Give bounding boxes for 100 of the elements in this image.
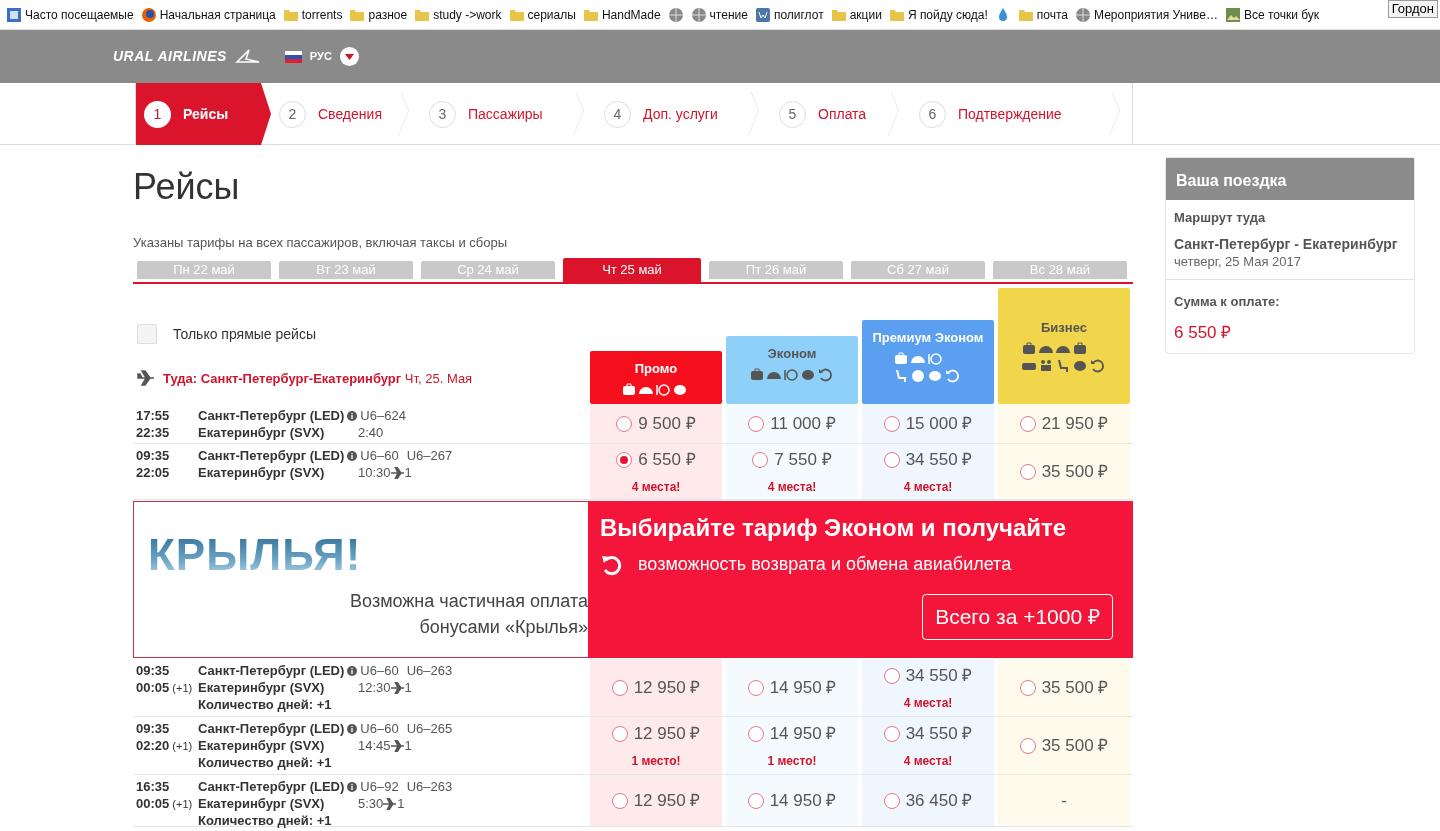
route-label: Маршрут туда: [1174, 209, 1267, 227]
radio-button[interactable]: [611, 679, 628, 696]
fare-price: 35 500 ₽: [1041, 676, 1109, 699]
fare-name: Эконом: [767, 345, 817, 363]
arrival-time: 00:05 (+1): [136, 795, 194, 813]
radio-button[interactable]: [747, 726, 764, 742]
radio-button[interactable]: [883, 792, 900, 809]
fare-price: 36 450 ₽: [905, 789, 973, 812]
radio-button[interactable]: [1019, 415, 1036, 432]
departure-time: 09:35: [136, 447, 171, 464]
radio-button[interactable]: [883, 415, 900, 432]
fare-name: Промо: [634, 360, 678, 378]
radio-button[interactable]: [1019, 463, 1036, 480]
bookmark[interactable]: акции: [830, 0, 882, 29]
origin-airport: Санкт-Петербург (LED): [198, 447, 345, 464]
bookmark[interactable]: чтение: [690, 0, 748, 29]
bookmark[interactable]: почта: [1017, 0, 1069, 29]
bookmark[interactable]: HandMade: [582, 0, 661, 29]
dropdown-button[interactable]: [339, 47, 359, 66]
bookmark[interactable]: torrents: [282, 0, 343, 29]
fare-price: 6 550 ₽: [638, 449, 696, 472]
radio-button[interactable]: [747, 679, 764, 696]
flight-duration: 5:30: [358, 795, 384, 812]
radio-button[interactable]: [883, 726, 900, 742]
flight-number: U6–267: [406, 447, 453, 464]
caret-icon: [344, 53, 354, 60]
seats-left: 4 места!: [903, 478, 953, 496]
globe-icon: [140, 7, 157, 23]
bookmark[interactable]: полиглот: [754, 0, 824, 29]
bookmark[interactable]: Все точки бук: [1224, 0, 1320, 29]
amenities-drawing: [894, 350, 962, 383]
flight-number: U6–265: [406, 720, 453, 737]
refresh-icon: [600, 553, 622, 576]
folder-icon: [582, 7, 599, 23]
bookmark[interactable]: Начальная страница: [140, 0, 276, 29]
stops-count: 1: [404, 737, 412, 754]
step-tab[interactable]: 1 Рейсы: [136, 83, 271, 145]
radio-button[interactable]: [611, 792, 628, 809]
radio-button[interactable]: [616, 452, 633, 468]
step-tab[interactable]: 2 Сведения: [271, 83, 421, 145]
fare-name: Премиум Эконом: [872, 329, 984, 347]
fare-price: 34 550 ₽: [905, 449, 973, 472]
folder-icon: [830, 7, 847, 23]
radio-button[interactable]: [611, 726, 628, 742]
origin-airport: Санкт-Петербург (LED): [198, 778, 345, 795]
folder-icon: [282, 7, 299, 23]
fare-price: 7 550 ₽: [774, 449, 832, 472]
plane-icon: [390, 681, 405, 694]
fare-price: 35 500 ₽: [1041, 460, 1109, 483]
page-icon: [6, 7, 22, 23]
flight-number: U6–263: [406, 778, 453, 795]
radio-button[interactable]: [752, 452, 769, 468]
bookmark[interactable]: study ->work: [414, 0, 502, 29]
radio-button[interactable]: [883, 452, 900, 468]
trip-days: Количество дней: +1: [198, 812, 396, 829]
fare-name: Бизнес: [1041, 319, 1087, 337]
airline-logo[interactable]: URAL AIRLINES: [113, 46, 227, 67]
seats-left: 4 места!: [903, 694, 953, 712]
flight-number: U6–60: [360, 662, 399, 679]
page-title: Рейсы: [133, 165, 241, 209]
flight-duration: 14:45: [358, 737, 391, 754]
bookmark[interactable]: Я пойду сюда!: [888, 0, 988, 29]
radio-button[interactable]: [747, 792, 764, 809]
upgrade-button[interactable]: Всего за +1000 ₽: [922, 594, 1113, 640]
step-tab[interactable]: 5 Оплата: [771, 83, 911, 145]
card-title: Ваша поездка: [1166, 158, 1414, 200]
radio-button[interactable]: [616, 415, 633, 432]
bookmark[interactable]: Мероприятия Униве…: [1075, 0, 1218, 29]
fare-price: 14 950 ₽: [769, 676, 837, 699]
destination-airport: Екатеринбург (SVX): [198, 464, 326, 481]
radio-button[interactable]: [1019, 679, 1036, 696]
flight-number: U6–263: [406, 662, 453, 679]
folder-icon: [508, 7, 525, 23]
fare-price: 15 000 ₽: [905, 412, 973, 435]
total-label: Сумма к оплате:: [1174, 293, 1281, 311]
radio-button[interactable]: [883, 668, 900, 684]
arrival-time: 02:20 (+1): [136, 737, 194, 755]
arrival-time: 22:05: [136, 464, 171, 481]
radio-button[interactable]: [748, 415, 765, 432]
checkbox-label: Только прямые рейсы: [173, 324, 316, 344]
flag-icon: [284, 50, 302, 63]
flight-duration: 10:30: [358, 464, 391, 481]
checkbox[interactable]: [137, 324, 157, 344]
arrival-time: 00:05 (+1): [136, 679, 194, 697]
departure-time: 09:35: [136, 662, 171, 679]
route-name: Санкт-Петербург - Екатеринбург: [1174, 235, 1399, 252]
arrival-time: 22:35: [136, 424, 171, 441]
bookmark[interactable]: разное: [349, 0, 408, 29]
step-tab[interactable]: 3 Пассажиры: [421, 83, 596, 145]
date-tab[interactable]: Чт 25 май: [563, 258, 701, 282]
fare-note: Указаны тарифы на всех пассажиров, включая таксы и сборы: [133, 235, 509, 251]
radio-button[interactable]: [1019, 737, 1036, 754]
step-tab[interactable]: 6 Подтверждение: [911, 83, 1132, 145]
step-tab[interactable]: 4 Доп. услуги: [596, 83, 771, 145]
flight-number: U6–92: [360, 778, 399, 795]
destination-airport: Екатеринбург (SVX): [198, 424, 326, 441]
bookmark[interactable]: сериалы: [508, 0, 576, 29]
fare-price: 14 950 ₽: [769, 723, 837, 746]
bookmark[interactable]: Часто посещаемые: [6, 0, 134, 29]
route-date: четверг, 25 Мая 2017: [1174, 252, 1302, 271]
